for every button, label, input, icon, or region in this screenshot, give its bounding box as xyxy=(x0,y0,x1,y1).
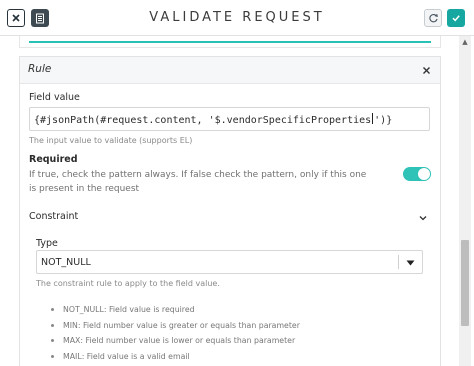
field-value-hint: The input value to validate (supports EL… xyxy=(29,136,193,145)
constraint-collapse-toggle[interactable] xyxy=(418,209,428,226)
field-value-input[interactable]: {#jsonPath(#request.content, '$.vendorSp… xyxy=(29,107,430,131)
required-description: If true, check the pattern always. If fa… xyxy=(29,170,367,194)
previous-panel-bottom xyxy=(19,36,441,48)
rule-panel-title: Rule xyxy=(28,63,52,75)
constraint-options-list: NOT_NULL: Field value is required MIN: F… xyxy=(36,302,426,364)
required-title: Required xyxy=(29,154,78,165)
dialog-header: VALIDATE REQUEST xyxy=(0,0,474,36)
type-label: Type xyxy=(36,238,58,249)
select-divider xyxy=(398,255,399,269)
type-select[interactable]: NOT_NULL xyxy=(36,250,423,274)
refresh-icon xyxy=(428,13,438,22)
dropdown-arrow-icon[interactable] xyxy=(406,256,415,268)
type-hint: The constraint rule to apply to the fiel… xyxy=(36,279,220,288)
refresh-button[interactable] xyxy=(424,9,442,27)
constraint-section-title: Constraint xyxy=(29,211,79,222)
scroll-up-icon[interactable]: ▲ xyxy=(459,36,471,48)
list-item: NOT_NULL: Field value is required xyxy=(36,302,426,318)
list-item: MAIL: Field value is a valid email xyxy=(36,349,426,365)
close-icon xyxy=(423,67,430,74)
text-caret xyxy=(372,113,374,124)
check-icon xyxy=(452,15,460,22)
toggle-knob xyxy=(418,168,430,180)
chevron-down-icon xyxy=(419,216,427,221)
remove-rule-button[interactable] xyxy=(422,62,431,79)
field-value-text-end: ')} xyxy=(374,115,393,126)
dialog-title: VALIDATE REQUEST xyxy=(149,10,325,25)
type-select-value: NOT_NULL xyxy=(41,257,91,268)
rule-panel: Rule Field value {#jsonPath(#request.con… xyxy=(19,56,441,366)
accent-line xyxy=(29,41,431,43)
scrollbar-thumb[interactable] xyxy=(461,240,469,326)
scrollbar[interactable]: ▲ xyxy=(459,36,471,366)
field-value-text: {#jsonPath(#request.content, '$.vendorSp… xyxy=(34,115,372,126)
list-item: MIN: Field number value is greater or eq… xyxy=(36,318,426,334)
list-item: MAX: Field number value is lower or equa… xyxy=(36,333,426,349)
rule-panel-header: Rule xyxy=(20,57,440,84)
field-value-label: Field value xyxy=(29,92,80,103)
confirm-button[interactable] xyxy=(447,9,465,27)
required-toggle[interactable] xyxy=(403,167,431,181)
